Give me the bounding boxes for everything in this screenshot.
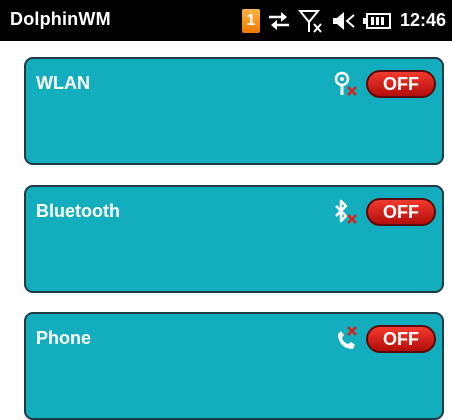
bluetooth-toggle-button[interactable]: OFF [366,198,436,226]
bluetooth-disabled-icon [332,198,360,226]
clock[interactable]: 12:46 [400,10,446,31]
speaker-off-icon[interactable] [330,9,356,33]
no-signal-icon[interactable] [297,8,324,34]
wifi-disabled-icon [332,70,360,98]
phone-disabled-icon [332,325,360,353]
phone-panel[interactable]: Phone OFF [24,312,444,420]
phone-label: Phone [36,328,92,348]
wlan-panel[interactable]: WLAN OFF [24,57,444,165]
wlan-toggle-button[interactable]: OFF [366,70,436,98]
wlan-label: WLAN [36,73,90,93]
title-bar: DolphinWM 1 12:46 [0,0,452,41]
bluetooth-panel[interactable]: Bluetooth OFF [24,185,444,293]
bluetooth-label: Bluetooth [36,201,120,221]
status-icons: 1 12:46 [241,0,446,41]
phone-toggle-button[interactable]: OFF [366,325,436,353]
notification-badge[interactable]: 1 [241,8,260,33]
battery-icon[interactable] [362,11,392,31]
app-title: DolphinWM [10,9,111,29]
sync-arrows-icon[interactable] [266,9,292,33]
